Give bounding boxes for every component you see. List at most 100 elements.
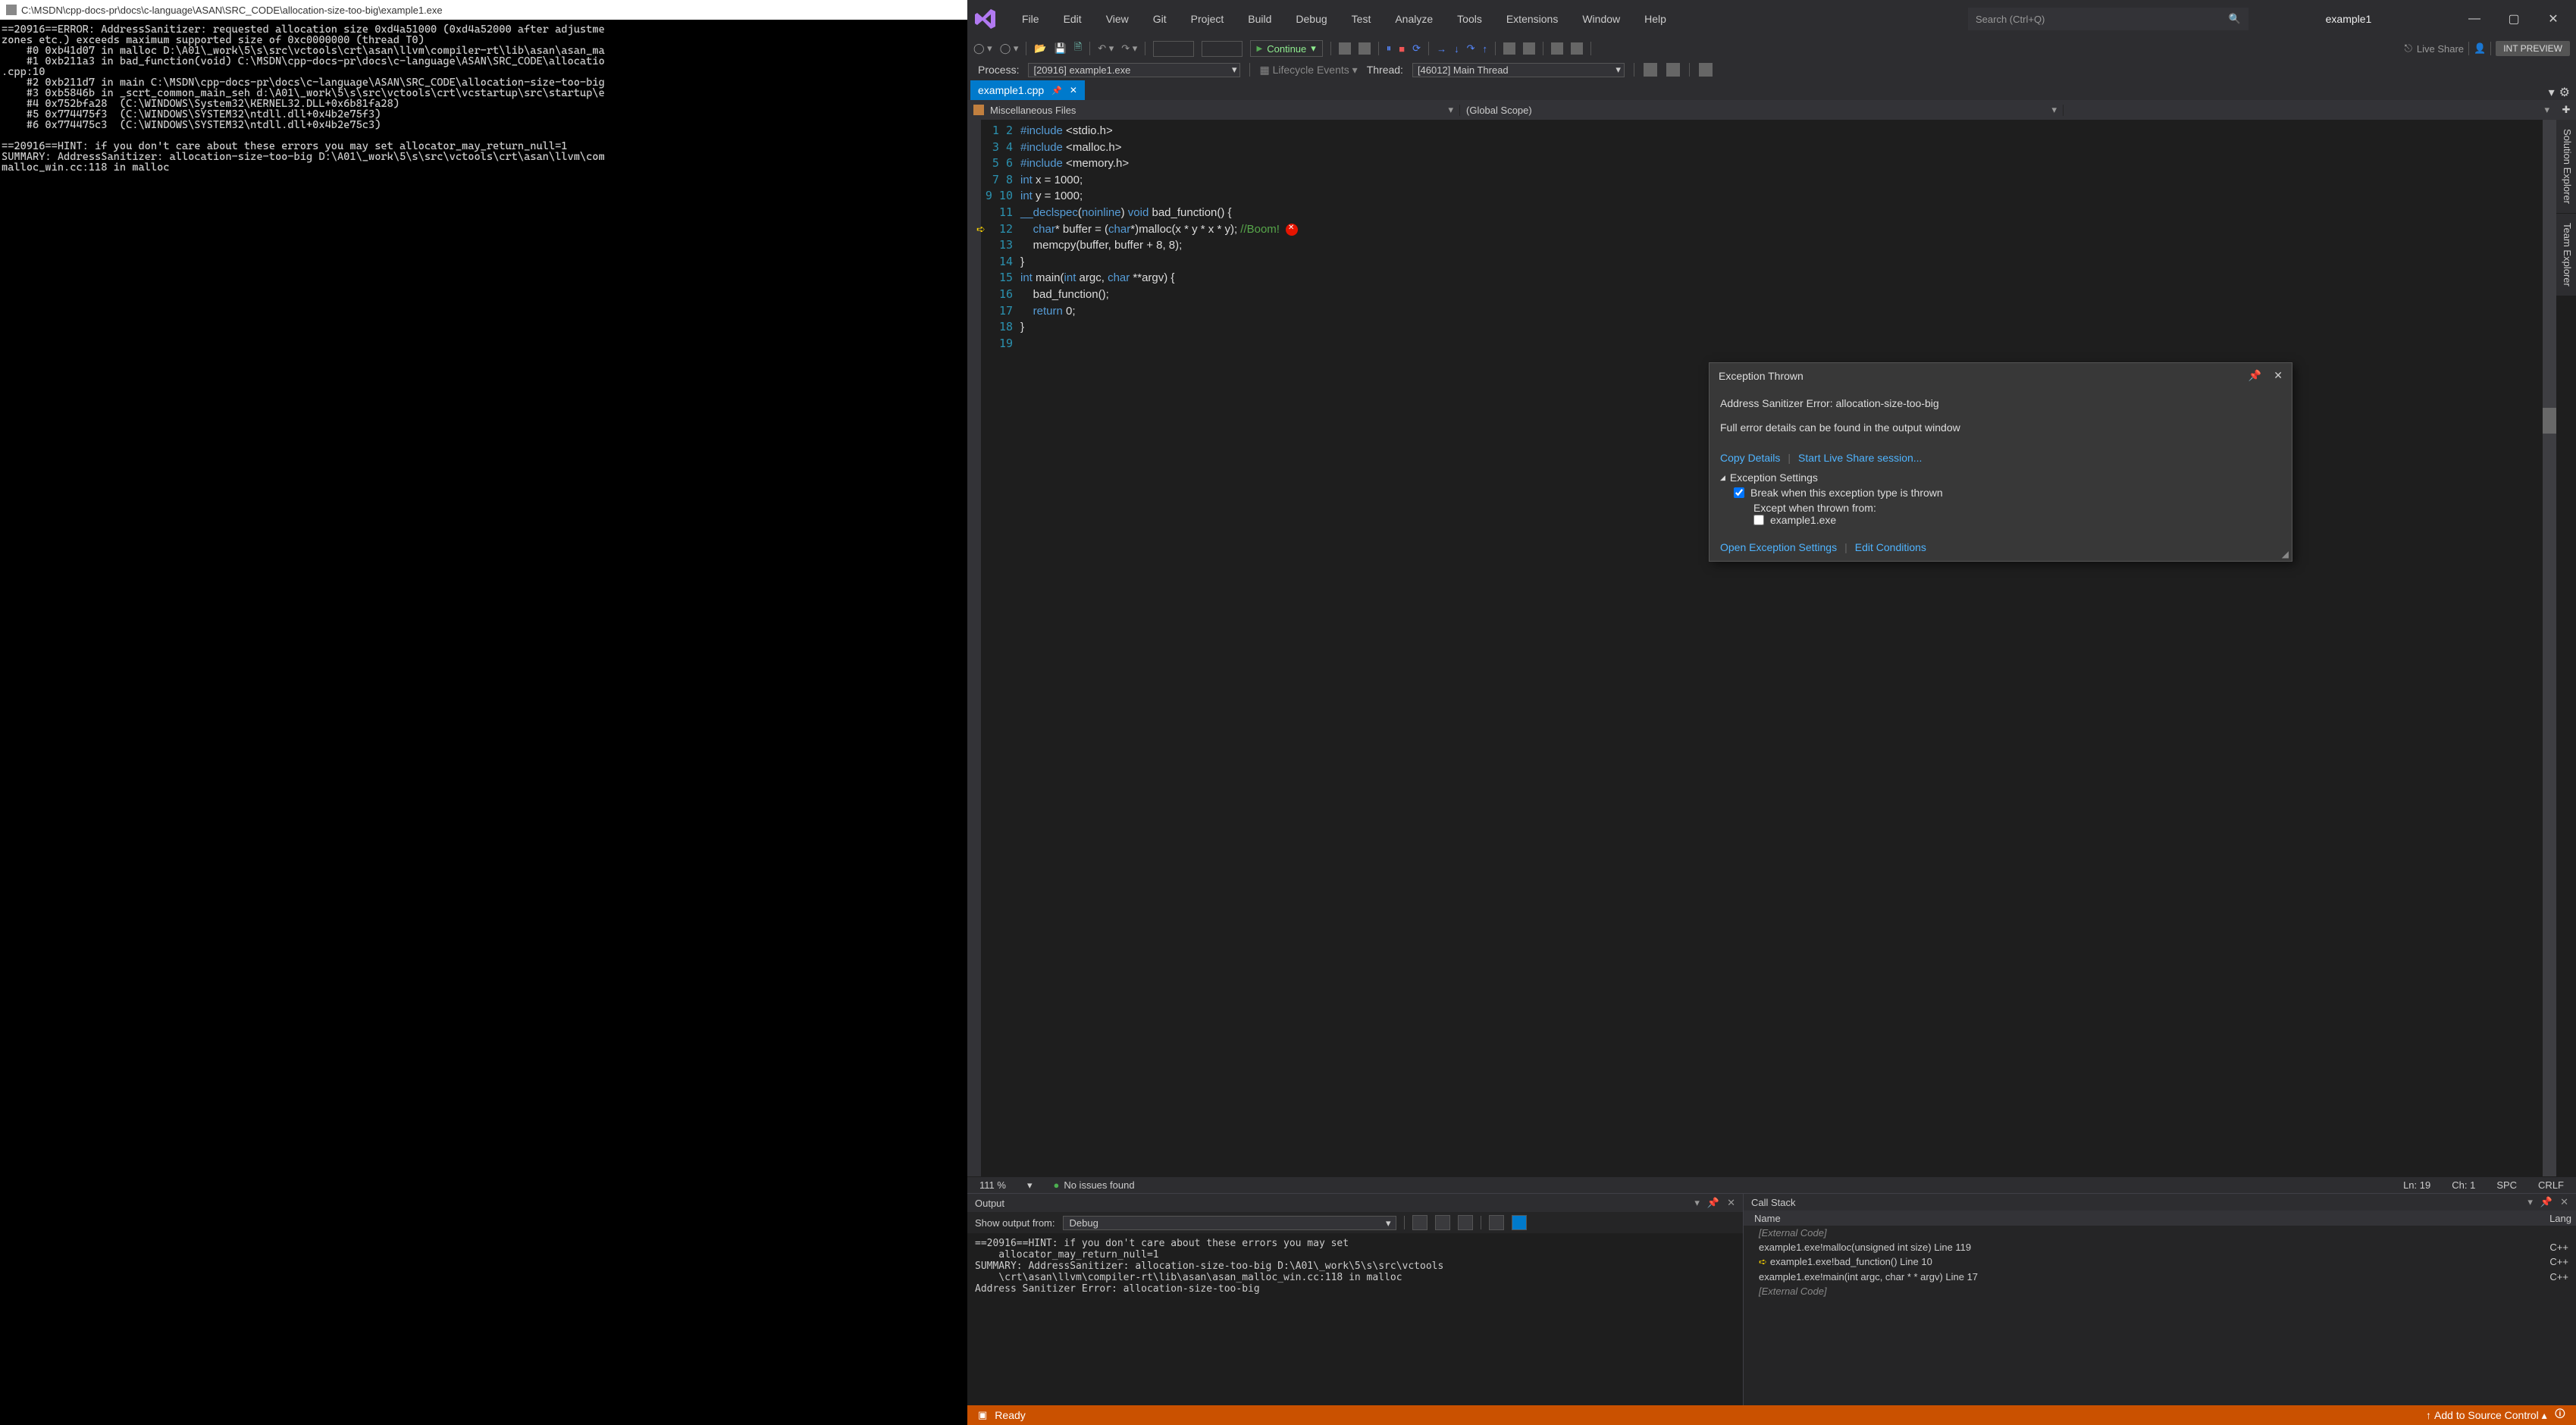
out-btn-1[interactable]: [1412, 1215, 1427, 1230]
start-liveshare-link[interactable]: Start Live Share session...: [1798, 452, 1922, 464]
stack-icon[interactable]: [1666, 63, 1680, 77]
close-icon[interactable]: ✕: [2560, 1196, 2568, 1208]
callstack-row[interactable]: [External Code]: [1744, 1284, 2576, 1298]
close-button[interactable]: ✕: [2537, 8, 2570, 30]
menu-git[interactable]: Git: [1153, 13, 1167, 25]
step-into-button[interactable]: ↓: [1454, 43, 1459, 55]
add-source-control[interactable]: ↑Add to Source Control ▴: [2426, 1409, 2547, 1422]
pause-button[interactable]: ⏸: [1387, 42, 1392, 55]
break-checkbox[interactable]: Break when this exception type is thrown: [1734, 487, 2281, 499]
except-exe-checkbox[interactable]: example1.exe: [1753, 514, 2281, 526]
col-lang[interactable]: Lang: [2549, 1213, 2571, 1224]
process-combo[interactable]: [20916] example1.exe: [1028, 63, 1240, 77]
share-icon[interactable]: ⎋: [2405, 42, 2412, 55]
menu-extensions[interactable]: Extensions: [1506, 13, 1558, 25]
callstack-title[interactable]: Call Stack ▾📌✕: [1744, 1194, 2576, 1210]
code-editor[interactable]: 1 2 3 4 5 6 7 8 9 10 11 12 13 14 15 16 1…: [967, 120, 2576, 1176]
back-button[interactable]: ◯ ▾: [973, 42, 992, 55]
save-button[interactable]: 💾: [1055, 42, 1067, 55]
menu-view[interactable]: View: [1106, 13, 1129, 25]
type-scope[interactable]: (Global Scope): [1460, 105, 2064, 116]
zoom-dropdown-icon[interactable]: ▾: [1027, 1179, 1033, 1192]
tool-d[interactable]: [1571, 42, 1583, 55]
console-titlebar[interactable]: C:\MSDN\cpp-docs-pr\docs\c-language\ASAN…: [0, 0, 967, 20]
solution-name[interactable]: example1: [2273, 13, 2424, 25]
lifecycle-events[interactable]: ▦ Lifecycle Events ▾: [1259, 64, 1357, 77]
issues-indicator[interactable]: No issues found: [1053, 1179, 1134, 1191]
vertical-scrollbar[interactable]: [2543, 120, 2556, 1176]
dropdown-icon[interactable]: ▾: [2527, 1196, 2533, 1208]
open-exception-settings-link[interactable]: Open Exception Settings: [1720, 541, 1837, 553]
maximize-button[interactable]: ▢: [2497, 8, 2531, 30]
tool-c[interactable]: [1551, 42, 1563, 55]
col-name[interactable]: Name: [1754, 1213, 1781, 1224]
project-scope[interactable]: Miscellaneous Files: [967, 105, 1460, 116]
tab-settings-icon[interactable]: ⚙: [2559, 85, 2570, 100]
tab-dropdown-icon[interactable]: ▾: [2549, 85, 2555, 100]
menu-project[interactable]: Project: [1191, 13, 1224, 25]
tab-close-icon[interactable]: ✕: [1070, 85, 1077, 96]
edit-conditions-link[interactable]: Edit Conditions: [1855, 541, 1926, 553]
out-btn-5[interactable]: [1512, 1215, 1527, 1230]
side-tab-team[interactable]: Team Explorer: [2556, 214, 2576, 296]
restart-button[interactable]: ⟳: [1412, 42, 1421, 55]
thread-combo[interactable]: [46012] Main Thread: [1412, 63, 1625, 77]
flag-icon[interactable]: [1644, 63, 1657, 77]
redo-button[interactable]: ↷ ▾: [1121, 42, 1137, 55]
feedback-icon[interactable]: 👤: [2474, 42, 2486, 55]
menu-window[interactable]: Window: [1582, 13, 1620, 25]
tool-b[interactable]: [1523, 42, 1535, 55]
pin-icon[interactable]: 📌: [2249, 369, 2261, 382]
close-icon[interactable]: ✕: [2274, 369, 2283, 382]
menu-analyze[interactable]: Analyze: [1395, 13, 1433, 25]
step-out-button[interactable]: ↑: [1482, 43, 1487, 55]
menu-build[interactable]: Build: [1248, 13, 1271, 25]
undo-button[interactable]: ↶ ▾: [1098, 42, 1114, 55]
tool-a[interactable]: [1503, 42, 1515, 55]
notifications-icon[interactable]: 🛈: [2555, 1406, 2565, 1424]
menu-debug[interactable]: Debug: [1296, 13, 1327, 25]
continue-button[interactable]: Continue ▾: [1250, 40, 1323, 57]
search-box[interactable]: Search (Ctrl+Q) 🔍: [1968, 8, 2249, 30]
menu-file[interactable]: File: [1022, 13, 1039, 25]
callstack-row[interactable]: example1.exe!main(int argc, char * * arg…: [1744, 1270, 2576, 1284]
copy-details-link[interactable]: Copy Details: [1720, 452, 1780, 464]
callstack-row[interactable]: [External Code]: [1744, 1226, 2576, 1240]
pin-icon[interactable]: 📌: [2540, 1196, 2552, 1208]
hex-button[interactable]: [1339, 42, 1351, 55]
output-title[interactable]: Output ▾📌✕: [967, 1194, 1743, 1212]
split-view-icon[interactable]: ✚: [2556, 104, 2576, 116]
dropdown-icon[interactable]: ▾: [1694, 1197, 1700, 1209]
fwd-button[interactable]: ◯ ▾: [1000, 42, 1019, 55]
stop-button[interactable]: ■: [1399, 43, 1405, 55]
menu-test[interactable]: Test: [1352, 13, 1371, 25]
saveall-button[interactable]: 🗎: [1074, 40, 1082, 57]
platform-combo[interactable]: [1202, 41, 1243, 57]
out-btn-3[interactable]: [1458, 1215, 1473, 1230]
pin-icon[interactable]: 📌: [1051, 86, 1062, 96]
out-btn-2[interactable]: [1435, 1215, 1450, 1230]
menu-tools[interactable]: Tools: [1457, 13, 1482, 25]
callstack-row[interactable]: example1.exe!malloc(unsigned int size) L…: [1744, 1240, 2576, 1254]
close-icon[interactable]: ✕: [1727, 1197, 1735, 1209]
zoom-level[interactable]: 111 %: [979, 1179, 1006, 1191]
callstack-row[interactable]: example1.exe!bad_function() Line 10C++: [1744, 1254, 2576, 1270]
open-button[interactable]: 📂: [1034, 42, 1046, 55]
out-btn-4[interactable]: [1489, 1215, 1504, 1230]
frame-icon[interactable]: [1699, 63, 1713, 77]
step-next-button[interactable]: →: [1437, 43, 1446, 55]
win-button[interactable]: [1359, 42, 1371, 55]
minimize-button[interactable]: —: [2458, 8, 2491, 30]
output-source-combo[interactable]: Debug: [1063, 1216, 1396, 1230]
pin-icon[interactable]: 📌: [1707, 1197, 1719, 1209]
live-share-button[interactable]: Live Share: [2417, 43, 2464, 55]
resize-grip-icon[interactable]: ◢: [2282, 549, 2289, 559]
menu-edit[interactable]: Edit: [1064, 13, 1082, 25]
tab-example1[interactable]: example1.cpp 📌 ✕: [970, 80, 1085, 100]
menu-help[interactable]: Help: [1644, 13, 1666, 25]
code-area[interactable]: #include <stdio.h>#include <malloc.h>#in…: [1020, 120, 2543, 1176]
step-over-button[interactable]: ↷: [1467, 42, 1475, 55]
config-combo[interactable]: [1153, 41, 1194, 57]
exception-settings-header[interactable]: Exception Settings: [1720, 471, 2281, 484]
side-tab-solution[interactable]: Solution Explorer: [2556, 120, 2576, 214]
